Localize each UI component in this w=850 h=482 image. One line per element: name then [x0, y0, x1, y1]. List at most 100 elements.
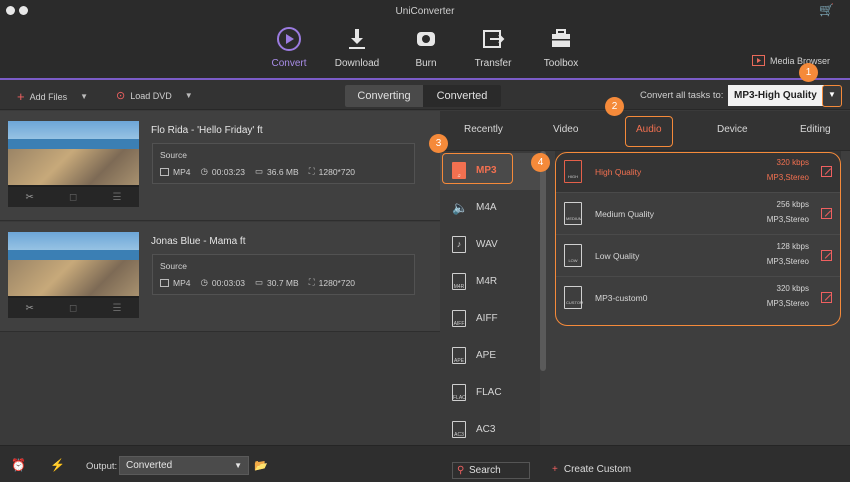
tab-device[interactable]: Device — [717, 124, 748, 135]
search-icon: ⚲ — [457, 465, 465, 476]
film-icon — [160, 278, 169, 287]
format-item-flac[interactable]: FLAC FLAC — [440, 375, 540, 412]
callout-badge: 4 — [531, 153, 550, 172]
transfer-icon — [483, 30, 505, 48]
media-browser-button[interactable]: Media Browser — [751, 55, 830, 66]
chevron-down-icon[interactable]: ▼ — [80, 92, 88, 101]
file-list: ✂ ◻ ☰ Flo Rida - 'Hello Friday' ft Sourc… — [0, 111, 440, 445]
speaker-icon: 🔈 — [452, 200, 469, 215]
scissors-icon[interactable]: ✂ — [26, 192, 34, 203]
mp3-highlight — [442, 153, 513, 184]
file-resolution: 1280*720 — [318, 277, 356, 288]
plus-icon: + — [552, 464, 558, 475]
effects-icon[interactable]: ☰ — [112, 303, 121, 314]
add-files-label: Add Files — [29, 91, 68, 102]
file-row[interactable]: ✂ ◻ ☰ Jonas Blue - Mama ft Source MP4 ◷ 0… — [0, 222, 440, 332]
crop-icon[interactable]: ◻ — [69, 303, 77, 314]
format-label: WAV — [476, 239, 498, 250]
folder-icon: ▭ — [255, 166, 264, 176]
burn-icon — [417, 32, 435, 46]
format-item-aiff[interactable]: AIFF AIFF — [440, 301, 540, 338]
source-info: Source MP4 ◷ 00:03:03 ▭ 30.7 MB ⛶ 1280*720 — [152, 254, 415, 295]
file-title: Flo Rida - 'Hello Friday' ft — [151, 125, 263, 136]
file-format: MP4 — [173, 166, 191, 177]
nav-burn-label: Burn — [415, 58, 437, 69]
format-item-ape[interactable]: APE APE — [440, 338, 540, 375]
create-custom-label: Create Custom — [563, 464, 632, 475]
load-dvd-button[interactable]: ⊙ Load DVD ▼ — [116, 89, 193, 102]
scissors-icon[interactable]: ✂ — [26, 303, 34, 314]
cart-icon[interactable]: 🛒 — [819, 3, 834, 17]
file-duration: 00:03:23 — [211, 166, 245, 177]
toolbar: + Add Files ▼ ⊙ Load DVD ▼ Converting Co… — [0, 80, 850, 110]
nav-toolbox-label: Toolbox — [543, 58, 579, 69]
media-browser-label: Media Browser — [769, 55, 830, 66]
task-tabs: Converting Converted — [345, 85, 501, 107]
music-file-icon: FLAC — [452, 384, 466, 401]
media-browser-icon — [751, 55, 765, 66]
audio-tab-highlight — [625, 116, 673, 147]
tab-video[interactable]: Video — [553, 124, 578, 135]
convert-all-label: Convert all tasks to: — [640, 90, 724, 101]
format-tabs: Recently Video Audio Device Editing — [440, 111, 850, 151]
nav-convert[interactable]: Convert — [254, 26, 324, 69]
load-dvd-label: Load DVD — [130, 90, 172, 101]
file-size: 36.6 MB — [267, 166, 299, 177]
crop-icon[interactable]: ◻ — [69, 192, 77, 203]
format-list-scrollbar[interactable] — [540, 151, 546, 371]
format-label: M4R — [476, 276, 498, 287]
file-resolution: 1280*720 — [318, 166, 356, 177]
output-value: Converted — [126, 460, 173, 471]
preset-dropdown-button[interactable]: ▼ — [822, 85, 842, 107]
folder-icon: ▭ — [255, 277, 264, 287]
chevron-down-icon: ▼ — [234, 461, 242, 470]
add-files-button[interactable]: + Add Files ▼ — [17, 89, 88, 104]
format-item-m4r[interactable]: M4R M4R — [440, 264, 540, 301]
search-input[interactable]: ⚲ Search — [452, 462, 530, 479]
format-label: APE — [476, 350, 497, 361]
format-label: AC3 — [476, 424, 496, 435]
music-file-icon: APE — [452, 347, 466, 364]
nav-transfer[interactable]: Transfer — [458, 26, 528, 69]
convert-icon — [277, 27, 301, 51]
output-select[interactable]: Converted ▼ — [119, 456, 249, 475]
alarm-clock-icon[interactable]: ⏰ — [11, 458, 26, 472]
source-label: Source — [160, 150, 187, 160]
video-thumbnail[interactable]: ✂ ◻ ☰ — [8, 232, 139, 318]
chevron-down-icon[interactable]: ▼ — [185, 91, 193, 100]
format-item-m4a[interactable]: 🔈 M4A — [440, 190, 540, 227]
create-custom-button[interactable]: + Create Custom — [552, 464, 631, 475]
nav-download[interactable]: Download — [322, 26, 392, 69]
nav-toolbox[interactable]: Toolbox — [526, 26, 596, 69]
preset-select[interactable]: MP3-High Quality — [728, 85, 824, 106]
file-row[interactable]: ✂ ◻ ☰ Flo Rida - 'Hello Friday' ft Sourc… — [0, 111, 440, 221]
nav-transfer-label: Transfer — [474, 58, 512, 69]
music-file-icon: ♪ — [452, 236, 466, 253]
tab-recently[interactable]: Recently — [464, 124, 503, 135]
tab-converted[interactable]: Converted — [423, 85, 501, 107]
open-folder-icon[interactable]: 📂 — [254, 459, 268, 472]
format-item-wav[interactable]: ♪ WAV — [440, 227, 540, 264]
resolution-icon: ⛶ — [308, 277, 315, 287]
bottom-bar: ⏰ ⚡ Output: Converted ▼ 📂 ⚲ Search + Crea… — [0, 445, 850, 482]
film-icon — [160, 167, 169, 176]
clock-icon: ◷ — [200, 166, 208, 176]
nav-burn[interactable]: Burn — [391, 26, 461, 69]
file-duration: 00:03:03 — [211, 277, 245, 288]
output-label: Output: — [86, 461, 118, 472]
plus-icon: + — [17, 89, 25, 104]
dvd-icon: ⊙ — [116, 90, 126, 102]
lightning-icon[interactable]: ⚡ — [50, 458, 65, 472]
nav-convert-label: Convert — [271, 58, 307, 69]
format-item-ac3[interactable]: AC3 AC3 — [440, 412, 540, 449]
file-format: MP4 — [173, 277, 191, 288]
title-bar: UniConverter 🛒 Convert Download Burn Tra… — [0, 0, 850, 80]
video-thumbnail[interactable]: ✂ ◻ ☰ — [8, 121, 139, 207]
music-file-icon: M4R — [452, 273, 466, 290]
tab-editing[interactable]: Editing — [800, 124, 831, 135]
resolution-icon: ⛶ — [308, 166, 315, 176]
effects-icon[interactable]: ☰ — [112, 192, 121, 203]
format-list: ♫ MP3 🔈 M4A ♪ WAV M4R M4R AIFF AIFF APE … — [440, 151, 540, 445]
tab-converting[interactable]: Converting — [345, 85, 423, 107]
toolbox-icon — [552, 29, 570, 47]
